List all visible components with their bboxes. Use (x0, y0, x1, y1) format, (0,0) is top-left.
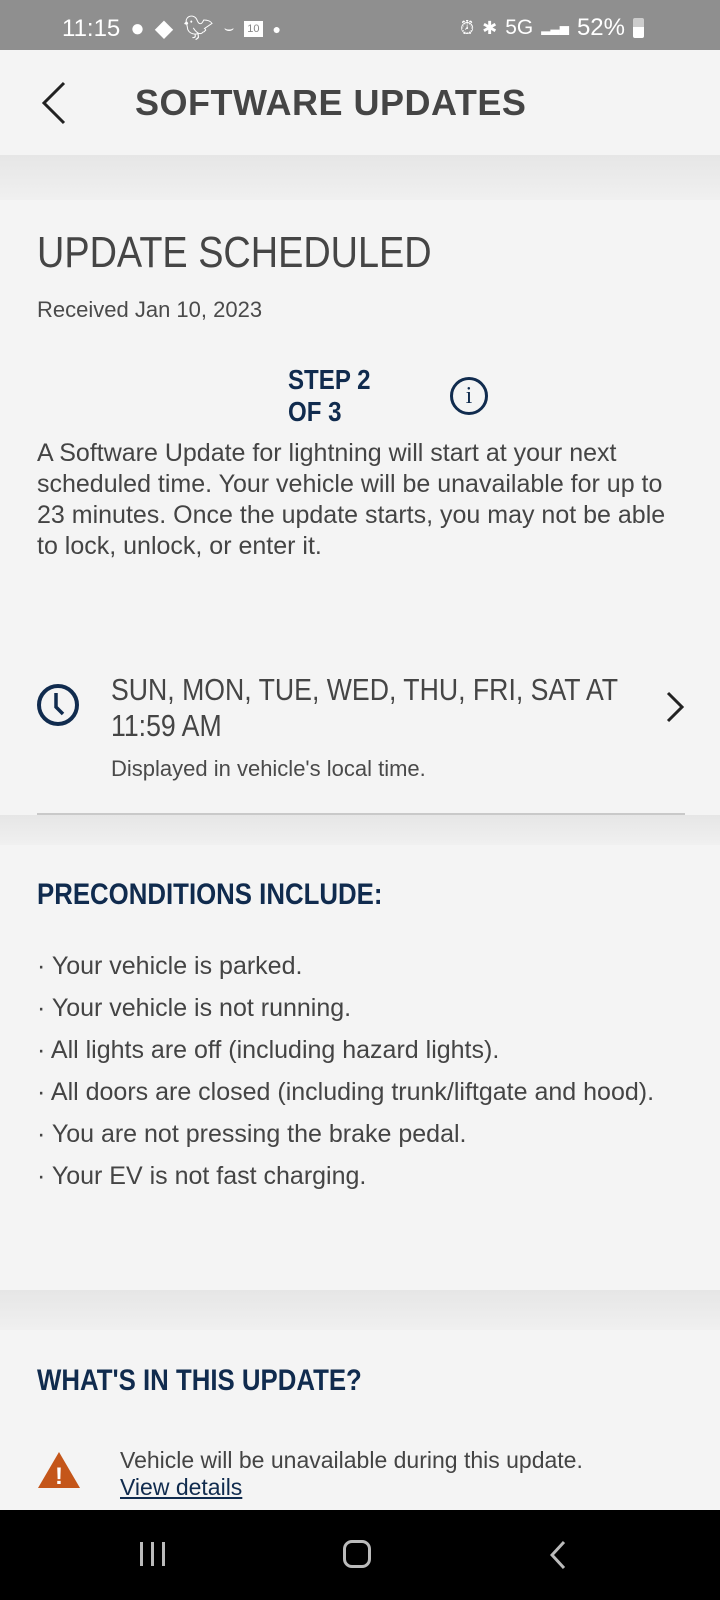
system-nav-bar (0, 1510, 720, 1600)
whats-new-title: WHAT'S IN THIS UPDATE? (37, 1364, 362, 1397)
signal-icon: ▂▃▅ (541, 21, 569, 35)
list-item: · You are not pressing the brake pedal. (37, 1120, 467, 1148)
view-details-link[interactable]: View details (120, 1474, 242, 1501)
back-button[interactable] (40, 80, 70, 126)
calendar-icon: 10 (244, 20, 263, 37)
divider-band (0, 1290, 720, 1330)
back-nav-button[interactable] (550, 1540, 566, 1570)
alarm-icon: ⏰︎ (460, 17, 475, 38)
update-description: A Software Update for lightning will sta… (37, 439, 666, 560)
network-label: 5G (505, 16, 534, 39)
step-indicator: STEP 2 OF 3 (288, 364, 371, 427)
app-header: SOFTWARE UPDATES (0, 50, 720, 155)
list-item: · Your EV is not fast charging. (37, 1162, 367, 1190)
list-item: · All lights are off (including hazard l… (37, 1036, 500, 1064)
twitter-icon: 🐦︎ (183, 15, 214, 42)
list-item: · All doors are closed (including trunk/… (37, 1078, 655, 1106)
svg-text:!: ! (55, 1463, 63, 1490)
schedule-time: SUN, MON, TUE, WED, THU, FRI, SAT AT 11:… (111, 672, 618, 743)
warning-icon: ! (38, 1452, 80, 1490)
page-title: SOFTWARE UPDATES (135, 82, 527, 123)
update-status-title: UPDATE SCHEDULED (37, 228, 432, 277)
info-icon[interactable]: i (450, 377, 488, 415)
divider-band (0, 155, 720, 200)
received-date: Received Jan 10, 2023 (37, 297, 263, 322)
chevron-right-icon (666, 691, 685, 723)
divider-band (0, 815, 720, 845)
preconditions-list: · Your vehicle is parked. · Your vehicle… (37, 945, 687, 1197)
status-bar: 11:15 ● ◆ 🐦︎ ⌣ 10 ● ⏰︎ ✱ 5G ▂▃▅ 52% (0, 0, 720, 50)
schedule-row[interactable]: SUN, MON, TUE, WED, THU, FRI, SAT AT 11:… (0, 670, 720, 800)
battery-level: 52% (576, 14, 625, 41)
clock-icon (37, 684, 79, 726)
home-button[interactable] (343, 1540, 371, 1568)
list-item: · Your vehicle is not running. (37, 994, 352, 1022)
recents-button[interactable] (140, 1542, 165, 1566)
bunny-icon: ● (130, 14, 145, 42)
status-time: 11:15 (62, 14, 121, 42)
map-icon: ◆ (154, 15, 174, 42)
preconditions-title: PRECONDITIONS INCLUDE: (37, 878, 383, 911)
schedule-note: Displayed in vehicle's local time. (111, 756, 426, 781)
amazon-icon: ⌣ (223, 19, 235, 37)
bluetooth-icon: ✱ (482, 17, 498, 38)
warning-text: Vehicle will be unavailable during this … (120, 1447, 583, 1473)
more-dot-icon: ● (272, 20, 281, 37)
battery-icon (633, 18, 644, 38)
list-item: · Your vehicle is parked. (37, 952, 303, 980)
